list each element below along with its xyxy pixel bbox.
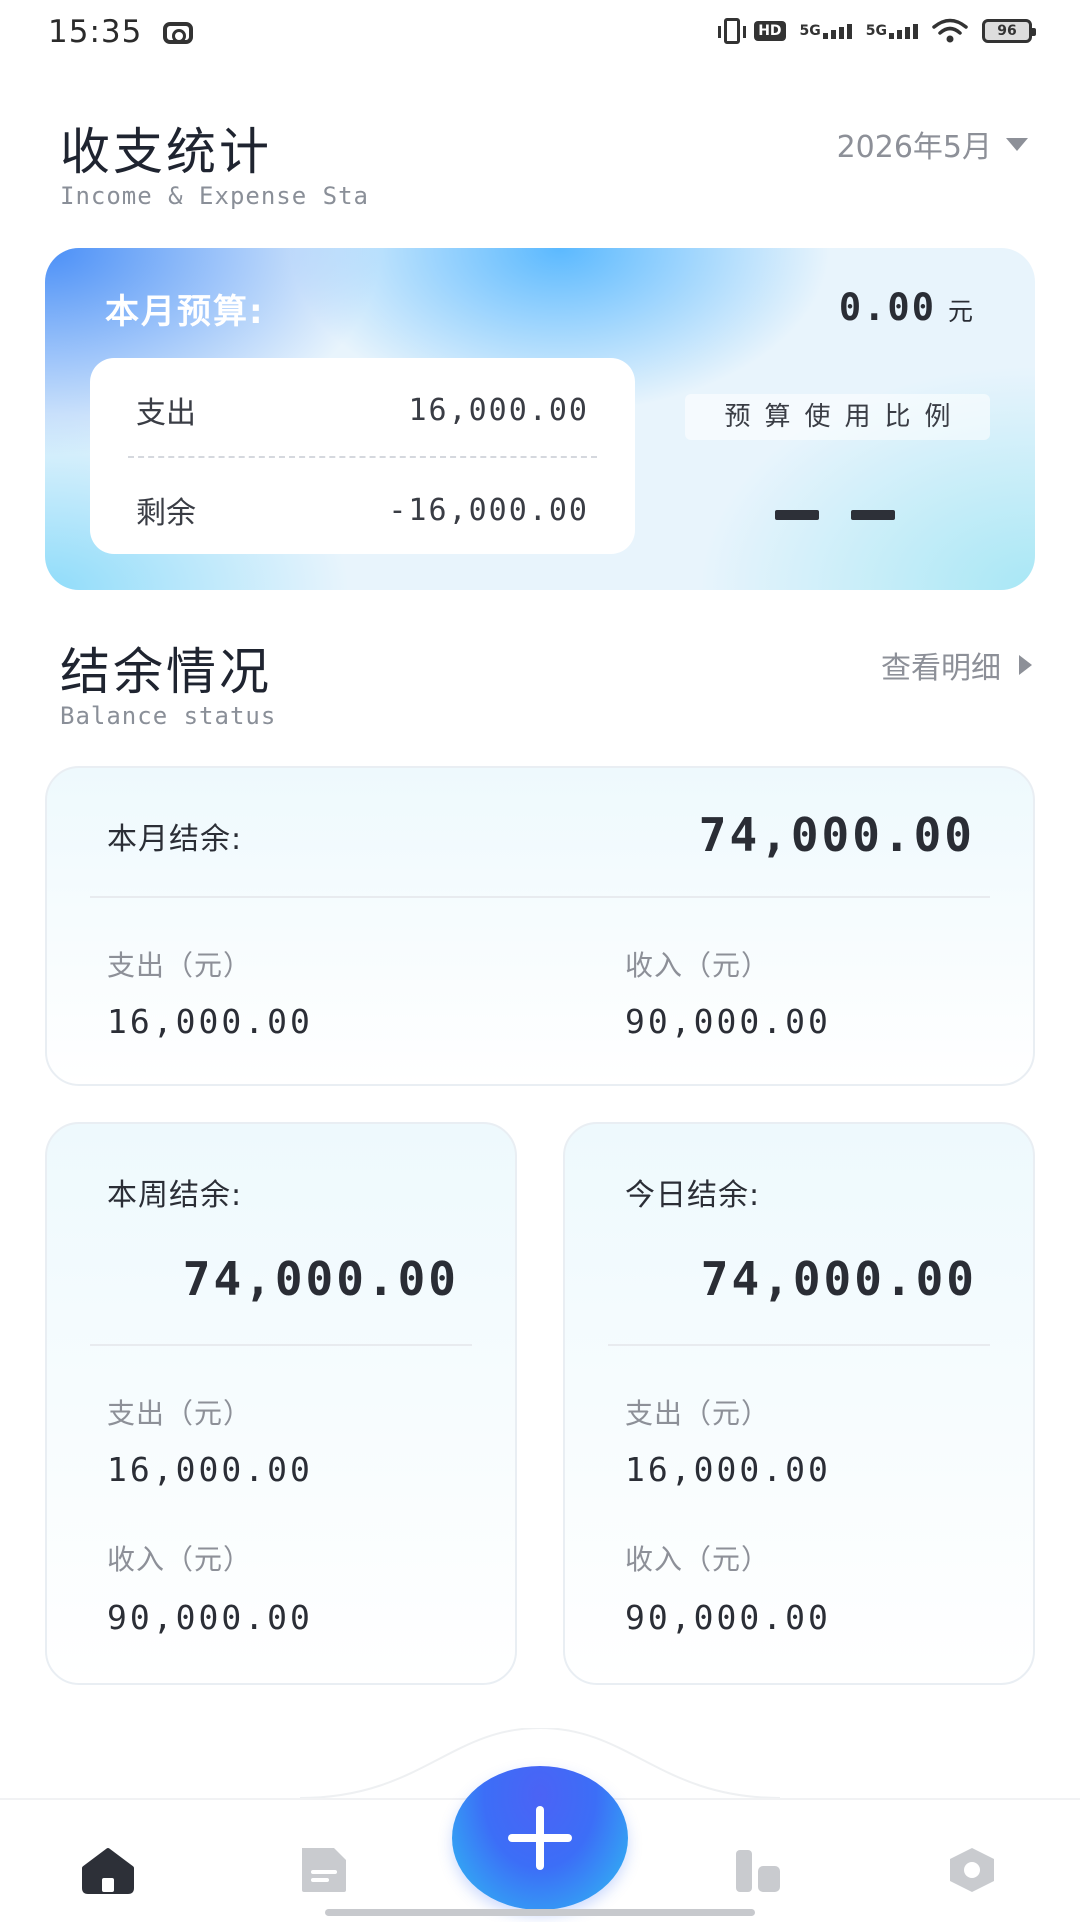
today-income-value: 90,000.00 [625, 1598, 831, 1637]
budget-amount-value: 0.00 [838, 286, 936, 329]
budget-amount: 0.00 元 [839, 286, 973, 329]
notification-icon [163, 22, 193, 44]
section-subtitle: Balance status [60, 702, 277, 730]
bill-icon[interactable] [296, 1846, 352, 1894]
month-expense-label: 支出（元） [107, 949, 253, 982]
divider [90, 1344, 472, 1346]
budget-card[interactable]: 本月预算: 0.00 元 支出 16,000.00 剩余 -16,000.00 … [45, 248, 1035, 590]
budget-ratio-value: -- [775, 510, 895, 520]
month-income-value: 90,000.00 [625, 1002, 831, 1041]
week-income-label: 收入（元） [107, 1543, 253, 1576]
budget-label: 本月预算: [105, 292, 265, 332]
today-income-label: 收入（元） [625, 1543, 771, 1576]
today-expense-value: 16,000.00 [625, 1450, 831, 1489]
budget-summary-box: 支出 16,000.00 剩余 -16,000.00 [90, 358, 635, 554]
week-balance-label: 本周结余: [107, 1178, 243, 1213]
dash-mark [851, 510, 895, 520]
divider [608, 1344, 990, 1346]
battery-icon: 96 [982, 19, 1036, 43]
section-title: 结余情况 [60, 643, 272, 701]
week-expense-label: 支出（元） [107, 1397, 253, 1430]
budget-ratio-label: 预算使用比例 [685, 394, 990, 440]
dashed-divider [128, 456, 597, 458]
month-balance-label: 本月结余: [107, 822, 243, 857]
signal-5g-icon-1: 5G [800, 23, 852, 39]
month-label: 2026年5月 [836, 130, 992, 165]
wifi-icon [932, 18, 968, 43]
budget-remaining-label: 剩余 [136, 496, 196, 531]
month-income-label: 收入（元） [625, 949, 771, 982]
week-income-value: 90,000.00 [107, 1598, 313, 1637]
today-balance-label: 今日结余: [625, 1178, 761, 1213]
chart-icon[interactable] [730, 1846, 786, 1894]
today-expense-label: 支出（元） [625, 1397, 771, 1430]
signal-5g-icon-2: 5G [866, 23, 918, 39]
week-expense-value: 16,000.00 [107, 1450, 313, 1489]
today-balance-card[interactable]: 今日结余: 74,000.00 支出（元） 16,000.00 收入（元） 90… [563, 1122, 1035, 1685]
month-balance-card[interactable]: 本月结余: 74,000.00 支出（元） 16,000.00 收入（元） 90… [45, 766, 1035, 1086]
budget-expense-value: 16,000.00 [408, 392, 589, 428]
plus-icon-stroke [536, 1806, 544, 1870]
today-balance-amount: 74,000.00 [700, 1252, 977, 1306]
month-expense-value: 16,000.00 [107, 1002, 313, 1041]
home-indicator [325, 1909, 755, 1916]
budget-expense-row: 支出 16,000.00 [136, 388, 589, 432]
budget-remaining-row: 剩余 -16,000.00 [136, 488, 589, 532]
hd-icon: HD [754, 21, 786, 41]
budget-amount-unit: 元 [947, 297, 973, 326]
chevron-right-icon [1019, 655, 1032, 675]
add-button[interactable] [452, 1766, 628, 1910]
week-balance-card[interactable]: 本周结余: 74,000.00 支出（元） 16,000.00 收入（元） 90… [45, 1122, 517, 1685]
month-balance-amount: 74,000.00 [698, 808, 975, 862]
page-subtitle: Income & Expense Sta [60, 182, 369, 210]
budget-expense-label: 支出 [136, 396, 196, 431]
settings-icon[interactable] [944, 1846, 1000, 1894]
page-title: 收支统计 [60, 123, 272, 181]
status-time: 15:35 [48, 14, 143, 50]
status-bar: 15:35 HD 5G 5G 96 [0, 0, 1080, 72]
budget-remaining-value: -16,000.00 [388, 492, 589, 528]
chevron-down-icon [1006, 137, 1028, 151]
view-details-label: 查看明细 [881, 651, 1001, 686]
month-picker[interactable]: 2026年5月 [837, 122, 1028, 166]
status-icons: HD 5G 5G 96 [718, 18, 1036, 44]
home-icon[interactable] [80, 1846, 136, 1894]
vibrate-icon [718, 18, 747, 44]
divider [90, 896, 990, 898]
view-details-link[interactable]: 查看明细 [881, 643, 1032, 687]
week-balance-amount: 74,000.00 [182, 1252, 459, 1306]
dash-mark [775, 510, 819, 520]
